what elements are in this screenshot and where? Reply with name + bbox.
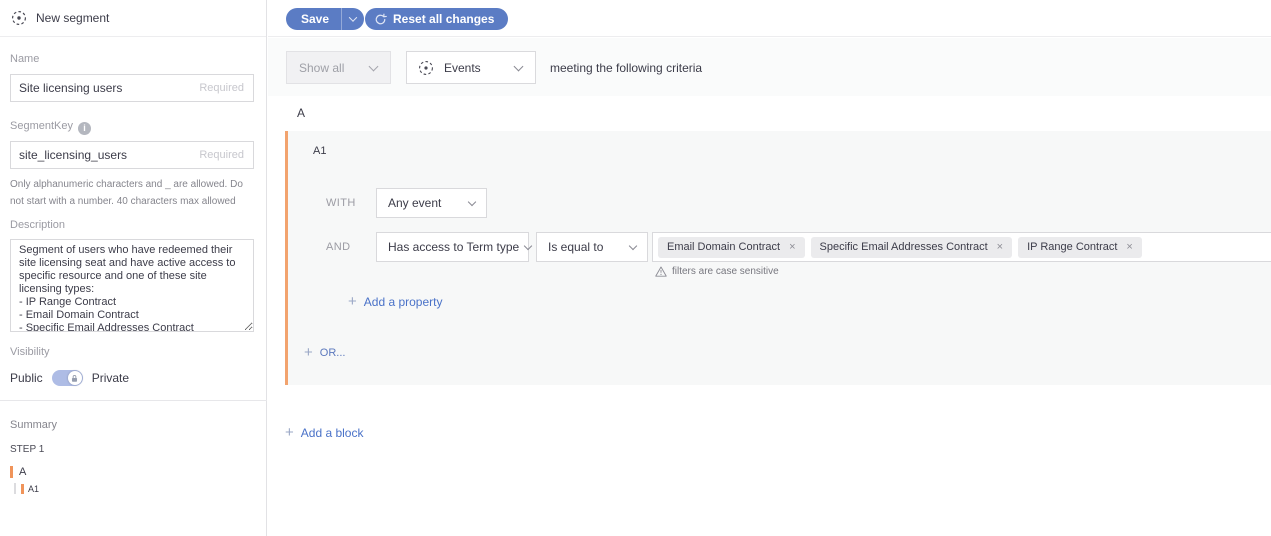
summary-step-label: STEP 1 bbox=[10, 444, 44, 455]
chevron-down-icon bbox=[468, 197, 476, 205]
save-dropdown-button[interactable] bbox=[341, 8, 364, 30]
chevron-down-icon bbox=[514, 61, 524, 71]
add-property-link[interactable]: + Add a property bbox=[348, 294, 442, 309]
summary-group-a1[interactable]: A1 bbox=[14, 483, 39, 494]
event-dropdown[interactable]: Any event bbox=[376, 188, 487, 218]
remove-chip-icon[interactable]: × bbox=[997, 241, 1003, 253]
value-chip: IP Range Contract × bbox=[1018, 237, 1142, 258]
chevron-down-icon bbox=[369, 61, 379, 71]
plus-icon: + bbox=[348, 294, 357, 309]
chevron-down-icon bbox=[524, 241, 532, 249]
visibility-toggle[interactable] bbox=[52, 370, 83, 386]
orange-marker bbox=[21, 484, 24, 494]
visibility-row: Public Private bbox=[10, 370, 129, 386]
remove-chip-icon[interactable]: × bbox=[789, 241, 795, 253]
group-a1-label: A1 bbox=[313, 145, 326, 157]
entity-dropdown[interactable]: Events bbox=[406, 51, 536, 84]
and-keyword: AND bbox=[326, 241, 350, 253]
name-input[interactable] bbox=[11, 75, 199, 101]
save-button[interactable]: Save bbox=[286, 12, 341, 26]
toolbar: Save Reset all changes bbox=[268, 0, 1271, 37]
name-label: Name bbox=[10, 53, 39, 65]
plus-icon: + bbox=[304, 345, 313, 360]
sidebar: New segment Name Required SegmentKeyi Re… bbox=[0, 0, 267, 536]
visibility-label: Visibility bbox=[10, 346, 50, 358]
name-field: Required bbox=[10, 74, 254, 102]
values-input[interactable]: Email Domain Contract × Specific Email A… bbox=[652, 232, 1271, 262]
block-a-label: A bbox=[297, 106, 305, 120]
segment-target-icon bbox=[11, 10, 27, 26]
events-icon bbox=[418, 60, 434, 76]
value-chip: Specific Email Addresses Contract × bbox=[811, 237, 1013, 258]
value-chip: Email Domain Contract × bbox=[658, 237, 805, 258]
description-label: Description bbox=[10, 219, 65, 231]
with-keyword: WITH bbox=[326, 197, 356, 209]
block-a-panel: A1 WITH Any event AND Has access to Term… bbox=[285, 131, 1271, 385]
reset-icon bbox=[374, 13, 387, 26]
visibility-public-label: Public bbox=[10, 371, 43, 385]
segment-key-required-hint: Required bbox=[199, 149, 253, 161]
warning-icon bbox=[655, 266, 667, 277]
description-textarea[interactable]: Segment of users who have redeemed their… bbox=[10, 239, 254, 332]
summary-title: Summary bbox=[10, 419, 57, 431]
info-icon[interactable]: i bbox=[78, 122, 91, 135]
add-or-group-link[interactable]: + OR... bbox=[304, 345, 345, 360]
scope-dropdown[interactable]: Show all bbox=[286, 51, 391, 84]
lock-icon bbox=[70, 374, 79, 383]
chevron-down-icon bbox=[349, 13, 357, 21]
tree-indent-line bbox=[14, 483, 16, 494]
segment-key-help-text: Only alphanumeric characters and _ are a… bbox=[10, 176, 254, 210]
toggle-knob bbox=[68, 371, 82, 385]
case-sensitive-warning: filters are case sensitive bbox=[655, 266, 779, 277]
sidebar-divider bbox=[0, 400, 267, 401]
segment-key-field: Required bbox=[10, 141, 254, 169]
reset-all-changes-button[interactable]: Reset all changes bbox=[365, 8, 508, 30]
visibility-private-label: Private bbox=[92, 371, 129, 385]
page-title: New segment bbox=[36, 11, 109, 25]
segment-key-input[interactable] bbox=[11, 142, 199, 168]
criteria-suffix-text: meeting the following criteria bbox=[550, 51, 702, 84]
remove-chip-icon[interactable]: × bbox=[1126, 241, 1132, 253]
add-block-link[interactable]: + Add a block bbox=[285, 425, 363, 440]
chevron-down-icon bbox=[629, 241, 637, 249]
segment-header: New segment bbox=[0, 0, 266, 37]
property-dropdown[interactable]: Has access to Term type bbox=[376, 232, 529, 262]
save-button-group: Save bbox=[286, 8, 364, 30]
operator-dropdown[interactable]: Is equal to bbox=[536, 232, 648, 262]
orange-marker bbox=[10, 466, 13, 478]
summary-block-a[interactable]: A bbox=[10, 466, 26, 478]
main-area: Save Reset all changes Show all Events m… bbox=[268, 0, 1271, 536]
criteria-bar: Show all Events meeting the following cr… bbox=[268, 38, 1271, 96]
name-required-hint: Required bbox=[199, 82, 253, 94]
plus-icon: + bbox=[285, 425, 294, 440]
segment-key-label: SegmentKeyi bbox=[10, 120, 91, 135]
